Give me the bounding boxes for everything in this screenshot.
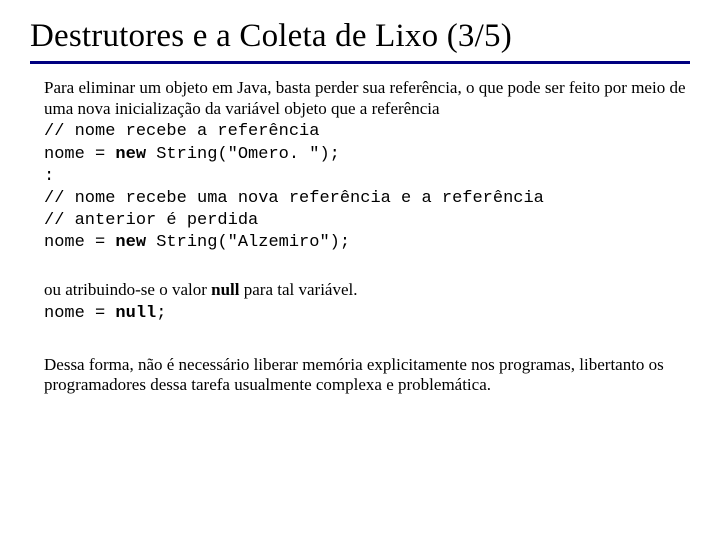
code-text: ; bbox=[156, 304, 166, 323]
code-line: // nome recebe uma nova referência e a r… bbox=[44, 189, 544, 208]
slide: Destrutores e a Coleta de Lixo (3/5) Par… bbox=[0, 0, 720, 418]
keyword-null: null bbox=[211, 280, 239, 299]
keyword-new: new bbox=[115, 145, 146, 164]
code-line: // nome recebe a referência bbox=[44, 122, 319, 141]
code-text: String("Alzemiro"); bbox=[146, 233, 350, 252]
code-text: nome = bbox=[44, 145, 115, 164]
text: para tal variável. bbox=[240, 280, 358, 299]
title-rule bbox=[30, 61, 690, 64]
code-line: // anterior é perdida bbox=[44, 211, 258, 230]
keyword-null: null bbox=[115, 304, 156, 323]
code-block-1: // nome recebe a referência nome = new S… bbox=[44, 121, 690, 254]
code-text: nome = bbox=[44, 304, 115, 323]
paragraph-3: Dessa forma, não é necessário liberar me… bbox=[44, 355, 690, 396]
text: ou atribuindo-se o valor bbox=[44, 280, 211, 299]
code-block-2: nome = null; bbox=[44, 303, 690, 325]
code-line: nome = new String("Alzemiro"); bbox=[44, 233, 350, 252]
code-text: String("Omero. "); bbox=[146, 145, 340, 164]
slide-title: Destrutores e a Coleta de Lixo (3/5) bbox=[30, 18, 690, 55]
paragraph-1: Para eliminar um objeto em Java, basta p… bbox=[44, 78, 690, 119]
code-line: : bbox=[44, 167, 54, 186]
paragraph-2: ou atribuindo-se o valor null para tal v… bbox=[44, 280, 690, 301]
keyword-new: new bbox=[115, 233, 146, 252]
code-text: nome = bbox=[44, 233, 115, 252]
code-line: nome = new String("Omero. "); bbox=[44, 145, 340, 164]
